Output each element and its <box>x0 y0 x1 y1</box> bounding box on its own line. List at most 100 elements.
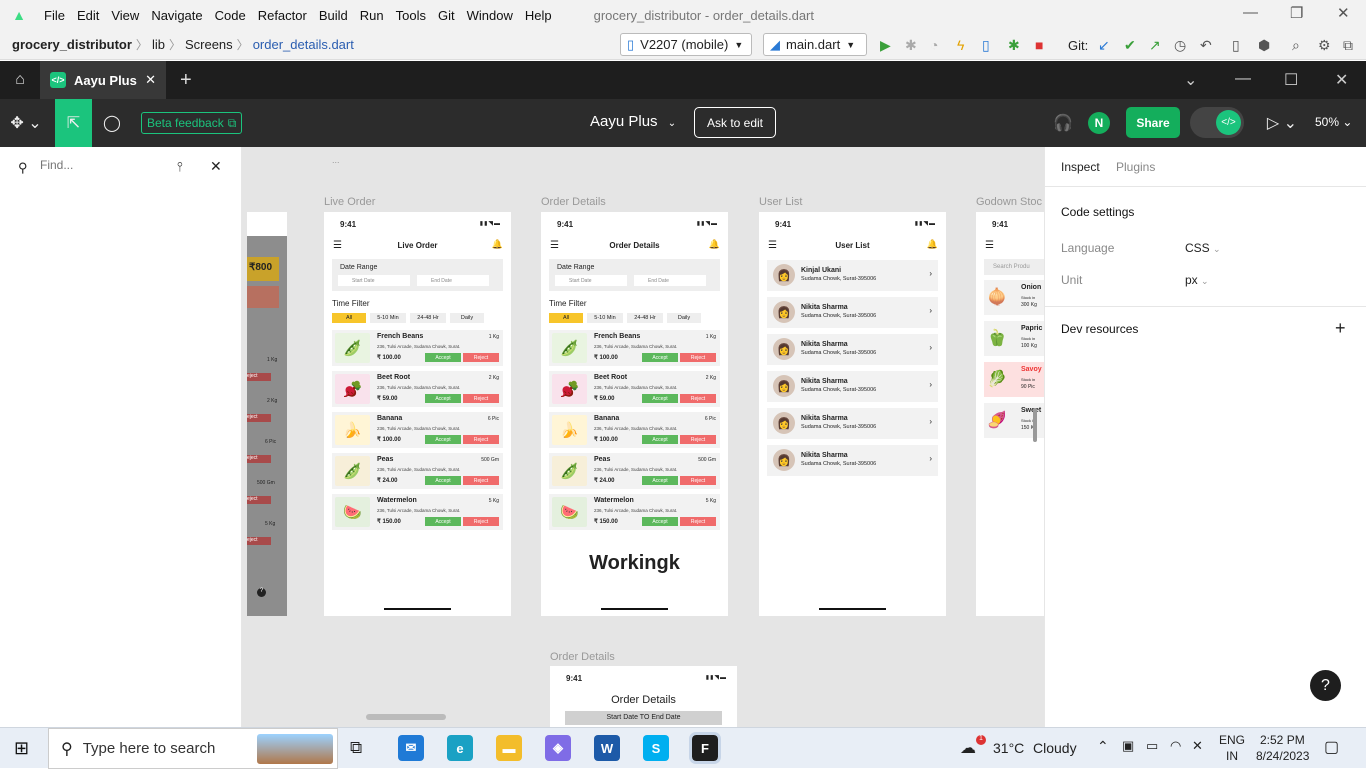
breadcrumb-project[interactable]: grocery_distributor <box>8 37 136 52</box>
clock-date[interactable]: 8/24/2023 <box>1256 749 1309 763</box>
windows-start-icon[interactable]: ⊞ <box>14 738 29 759</box>
language-indicator[interactable]: ENG <box>1219 733 1245 747</box>
frame-godown-stock[interactable]: 9:41 ☰ Search Produ 🧅 Onion Stock in 300 Kg… <box>976 212 1044 616</box>
chevron-down-icon[interactable]: ⌄ <box>1184 70 1197 90</box>
region-indicator[interactable]: IN <box>1226 749 1238 763</box>
horizontal-scrollbar[interactable] <box>366 714 446 720</box>
menu-build[interactable]: Build <box>313 8 354 23</box>
add-resource-icon[interactable]: + <box>1335 318 1346 339</box>
plugins-icon[interactable]: ⧉ <box>1343 37 1353 54</box>
speaker-muted-icon[interactable]: ✕ <box>1192 738 1203 754</box>
breadcrumb-screens[interactable]: Screens <box>181 37 237 52</box>
menu-navigate[interactable]: Navigate <box>145 8 208 23</box>
wifi-icon[interactable]: ◠ <box>1170 738 1181 754</box>
git-push-icon[interactable]: ↗ <box>1149 37 1161 54</box>
tab-plugins[interactable]: Plugins <box>1116 160 1155 174</box>
tab-inspect[interactable]: Inspect <box>1061 160 1100 174</box>
menu-edit[interactable]: Edit <box>71 8 105 23</box>
menu-code[interactable]: Code <box>209 8 252 23</box>
home-icon[interactable]: ⌂ <box>0 61 40 99</box>
close-icon[interactable]: ✕ <box>210 158 222 175</box>
menu-help[interactable]: Help <box>519 8 558 23</box>
menu-file[interactable]: File <box>38 8 71 23</box>
partial-frame-left[interactable]: ₹800 1 Kg 2 Kg 6 Pic 500 Gm 5 Kg eject e… <box>247 212 287 616</box>
chevron-right-icon: › <box>929 269 932 278</box>
device-mirror-icon[interactable]: ▯ <box>1232 37 1240 54</box>
dev-mode-toggle[interactable]: </> <box>1190 107 1244 138</box>
device-icon[interactable]: ▣ <box>1122 738 1134 754</box>
present-icon[interactable]: ▷ ⌄ <box>1264 99 1300 147</box>
weather-condition[interactable]: Cloudy <box>1033 740 1077 756</box>
settings-gear-icon[interactable]: ⚙ <box>1318 37 1331 54</box>
menu-refactor[interactable]: Refactor <box>252 8 313 23</box>
comment-icon[interactable]: ◯ <box>96 99 128 147</box>
weather-temp[interactable]: 31°C <box>993 740 1024 756</box>
weather-icon[interactable]: ☁ <box>960 738 976 758</box>
zoom-level[interactable]: 50% ⌄ <box>1315 115 1352 129</box>
find-input[interactable] <box>40 158 160 172</box>
tab-aayu-plus[interactable]: </> Aayu Plus ✕ <box>40 61 166 99</box>
skype-icon[interactable]: S <box>643 735 669 761</box>
select-tool-icon[interactable]: ⇱ <box>55 99 92 147</box>
help-button[interactable]: ? <box>1310 670 1341 701</box>
ask-to-edit-button[interactable]: Ask to edit <box>694 107 776 138</box>
attach-debugger-icon[interactable]: ✱ <box>1008 37 1020 54</box>
word-icon[interactable]: W <box>594 735 620 761</box>
taskbar-search[interactable]: ⚲ Type here to search <box>48 728 338 769</box>
menu-tools[interactable]: Tools <box>390 8 432 23</box>
figma-taskbar-icon[interactable]: F <box>689 732 721 764</box>
menu-run[interactable]: Run <box>354 8 390 23</box>
menu-view[interactable]: View <box>105 8 145 23</box>
close-window-icon[interactable]: ✕ <box>1335 70 1348 90</box>
unit-select[interactable]: px ⌄ <box>1185 273 1209 287</box>
profile-icon[interactable]: ◔ <box>930 37 938 53</box>
scrollbar <box>1033 408 1037 442</box>
close-tab-icon[interactable]: ✕ <box>145 72 156 88</box>
run-config-selector[interactable]: ◢ main.dart ▼ <box>763 33 867 56</box>
search-icon[interactable]: ⌕ <box>1292 37 1300 54</box>
frame-user-list[interactable]: 9:41 ▮▮◥▬ ☰ User List 🔔 👩 Kinjal Ukani Sud… <box>759 212 946 616</box>
device-manager-icon[interactable]: ▯ <box>982 37 990 54</box>
file-name[interactable]: Aayu Plus ⌄ <box>590 113 676 130</box>
minimize-icon[interactable]: — <box>1243 4 1258 21</box>
new-tab-icon[interactable]: + <box>180 69 192 92</box>
file-explorer-icon[interactable]: ▬ <box>496 735 522 761</box>
restore-icon[interactable]: ❐ <box>1290 4 1303 22</box>
debug-icon[interactable]: ✱ <box>905 37 917 54</box>
headphones-icon[interactable]: 🎧 <box>1050 99 1076 147</box>
notification-icon[interactable]: ▢ <box>1324 737 1339 757</box>
run-icon[interactable]: ▶ <box>880 37 891 54</box>
device-selector[interactable]: ▯ V2207 (mobile) ▼ <box>620 33 752 56</box>
breadcrumb-lib[interactable]: lib <box>148 37 169 52</box>
share-button[interactable]: Share <box>1126 107 1180 138</box>
design-canvas[interactable]: ... ₹800 1 Kg 2 Kg 6 Pic 500 Gm 5 Kg eje… <box>242 147 1044 727</box>
edge-icon[interactable]: e <box>447 735 473 761</box>
git-commit-icon[interactable]: ✔ <box>1124 37 1136 54</box>
figma-menu-icon[interactable]: ✥ ⌄ <box>6 99 46 147</box>
mail-icon[interactable]: ✉ <box>398 735 424 761</box>
clock-time[interactable]: 2:52 PM <box>1260 733 1305 747</box>
maximize-icon[interactable]: ☐ <box>1284 70 1298 90</box>
sdk-manager-icon[interactable]: ⬢ <box>1258 37 1270 54</box>
stop-icon[interactable]: ■ <box>1035 37 1043 53</box>
menu-git[interactable]: Git <box>432 8 461 23</box>
frame-order-details-2[interactable]: 9:41 ▮▮◥▬ Order Details Start Date TO En… <box>550 666 737 727</box>
beta-feedback-button[interactable]: Beta feedback ⧉ <box>141 112 243 134</box>
rollback-icon[interactable]: ↶ <box>1200 37 1212 54</box>
chevron-up-icon[interactable]: ⌃ <box>1097 738 1109 755</box>
filter-settings-icon[interactable]: ⫯ <box>177 159 183 175</box>
frame-order-details[interactable]: 9:41 ▮▮◥▬ ☰ Order Details 🔔 Date Range S… <box>541 212 728 616</box>
history-icon[interactable]: ◷ <box>1174 37 1186 54</box>
hot-reload-icon[interactable]: ϟ <box>957 37 964 53</box>
minimize-icon[interactable]: — <box>1235 70 1251 88</box>
language-select[interactable]: CSS ⌄ <box>1185 241 1221 255</box>
git-update-icon[interactable]: ↙ <box>1098 37 1110 54</box>
menu-window[interactable]: Window <box>461 8 519 23</box>
battery-icon[interactable]: ▭ <box>1146 738 1158 754</box>
task-view-icon[interactable]: ⧉ <box>350 738 362 758</box>
close-icon[interactable]: ✕ <box>1337 4 1350 22</box>
user-avatar[interactable]: N <box>1088 112 1110 134</box>
frame-live-order[interactable]: 9:41 ▮▮◥▬ ☰ Live Order 🔔 Date Range Star… <box>324 212 511 616</box>
copilot-icon[interactable]: ◈ <box>545 735 571 761</box>
breadcrumb-file[interactable]: order_details.dart <box>249 37 358 52</box>
